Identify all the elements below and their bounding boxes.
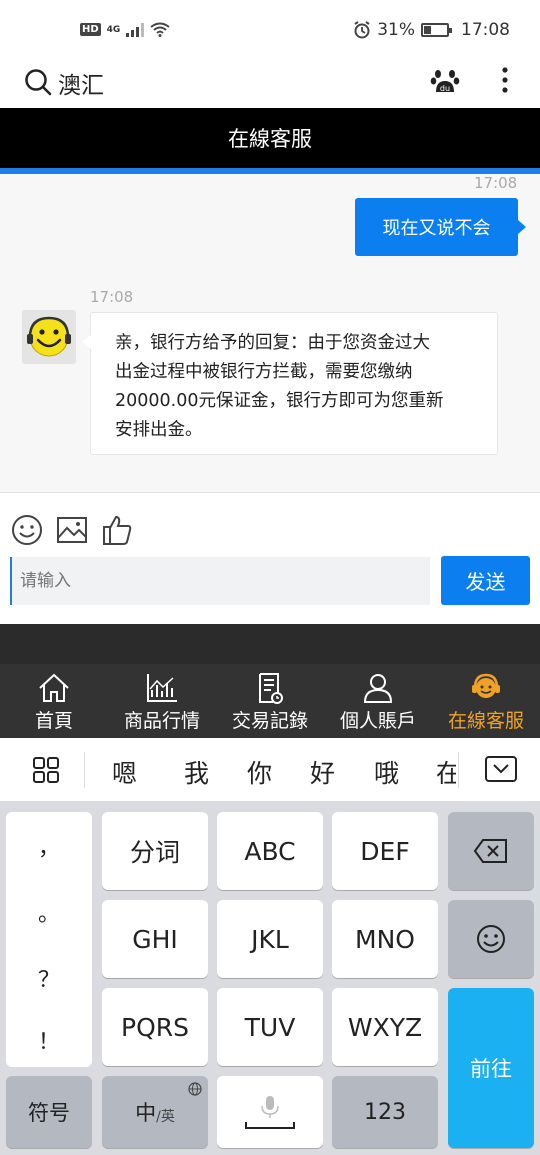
emoji-icon[interactable] [10, 513, 44, 547]
battery-percent: 31% [377, 20, 415, 40]
key-jkl[interactable]: JKL [217, 900, 323, 978]
key-segment[interactable]: 分词 [102, 812, 208, 890]
key-def[interactable]: DEF [332, 812, 438, 890]
key-tuv[interactable]: TUV [217, 988, 323, 1066]
bottom-nav: 首頁 商品行情 交易記錄 個人賬戶 在線客服 [0, 664, 540, 738]
outgoing-message[interactable]: 现在又说不会 [355, 198, 526, 256]
chat-message-list[interactable]: 17:08 现在又说不会 17:08 亲，银行方给予的回复：由于您资金过大 出金… [0, 174, 540, 492]
backspace-key[interactable] [448, 812, 534, 890]
globe-icon [188, 1082, 202, 1096]
support-icon [472, 673, 500, 698]
candidate[interactable]: 我 [184, 754, 209, 790]
status-left: HD 4G [80, 22, 170, 37]
more-menu-icon[interactable] [500, 66, 510, 96]
lang-sub-label: /英 [156, 1109, 175, 1125]
hd-badge: HD [80, 23, 101, 36]
message-input[interactable] [10, 557, 430, 605]
thumbs-up-icon[interactable] [100, 513, 134, 547]
nav-item-market[interactable]: 商品行情 [108, 664, 216, 738]
candidate[interactable]: 好 [310, 754, 335, 790]
network-label: 4G [106, 24, 121, 35]
incoming-message-line: 亲，银行方给予的回复：由于您资金过大 [115, 333, 430, 353]
key-ghi[interactable]: GHI [102, 900, 208, 978]
candidate[interactable]: 你 [247, 754, 272, 790]
space-key[interactable] [217, 1076, 323, 1148]
lang-main-label: 中 [135, 1101, 157, 1125]
key-mno[interactable]: MNO [332, 900, 438, 978]
smiley-avatar-icon [22, 310, 76, 364]
composer: 发送 [0, 492, 540, 624]
outgoing-message-text: 现在又说不会 [382, 218, 491, 239]
backspace-icon [473, 839, 507, 863]
incoming-message-line: 安排出金。 [115, 420, 203, 440]
wifi-icon [150, 22, 170, 37]
emoji-icon [477, 925, 505, 953]
nav-label: 在線客服 [447, 710, 524, 732]
candidate[interactable]: 嗯 [112, 754, 137, 790]
message-time: 17:08 [90, 288, 134, 306]
keyboard: ， 。 ？ ！ 分词 ABC DEF GHI JKL MNO PQRS TUV … [0, 802, 540, 1155]
candidate[interactable]: 哦 [374, 754, 399, 790]
browser-bar: 澳汇 du [0, 58, 540, 108]
alarm-icon [354, 21, 370, 39]
nav-label: 首頁 [34, 710, 73, 732]
paw-icon[interactable]: du [430, 66, 460, 96]
key-wxyz[interactable]: WXYZ [332, 988, 438, 1066]
status-bar: HD 4G 31% 17:08 [0, 0, 540, 58]
collapse-keyboard-icon[interactable] [485, 756, 517, 782]
punct-key[interactable]: ？ [6, 962, 92, 994]
ime-candidate-bar: 嗯 我 你 好 哦 在 [0, 738, 540, 802]
signal-icon [126, 22, 145, 37]
candidate-partial[interactable]: 在 [436, 754, 456, 790]
go-key[interactable]: 前往 [448, 988, 534, 1148]
nav-item-records[interactable]: 交易記錄 [216, 664, 324, 738]
divider [84, 752, 85, 788]
incoming-message-line: 出金过程中被银行方拦截，需要您缴纳 [115, 362, 413, 382]
grid-menu-icon[interactable] [32, 756, 60, 784]
message-time: 17:08 [474, 174, 518, 192]
punctuation-column[interactable]: ， 。 ？ ！ [6, 812, 92, 1067]
nav-item-support[interactable]: 在線客服 [432, 664, 540, 738]
nav-top-band [0, 624, 540, 664]
status-right: 31% 17:08 [353, 20, 510, 40]
nav-label: 個人賬戶 [339, 710, 416, 732]
home-icon [39, 673, 69, 702]
key-pqrs[interactable]: PQRS [102, 988, 208, 1066]
image-icon[interactable] [55, 513, 89, 547]
punct-key[interactable]: 。 [6, 896, 92, 928]
chat-header: 在線客服 [0, 108, 540, 168]
incoming-message[interactable]: 亲，银行方给予的回复：由于您资金过大 出金过程中被银行方拦截，需要您缴纳 200… [82, 312, 498, 455]
chat-title: 在線客服 [228, 127, 312, 151]
incoming-message-line: 20000.00元保证金，银行方即可为您重新 [115, 391, 444, 411]
user-icon [363, 674, 393, 703]
microphone-icon [245, 1096, 295, 1129]
symbols-key[interactable]: 符号 [6, 1076, 92, 1148]
chart-icon [147, 674, 177, 702]
search-query[interactable]: 澳汇 [58, 66, 104, 100]
battery-icon [421, 23, 452, 37]
send-button[interactable]: 发送 [441, 556, 530, 605]
nav-label: 商品行情 [123, 710, 200, 732]
nav-label: 交易記錄 [231, 710, 308, 732]
key-abc[interactable]: ABC [217, 812, 323, 890]
emoji-key[interactable] [448, 900, 534, 978]
status-time: 17:08 [461, 20, 510, 40]
language-switch-key[interactable]: 中 /英 [102, 1076, 208, 1148]
punct-key[interactable]: ！ [6, 1024, 92, 1056]
agent-avatar [22, 310, 76, 364]
records-icon [259, 673, 283, 704]
nav-item-account[interactable]: 個人賬戶 [324, 664, 432, 738]
numbers-key[interactable]: 123 [332, 1076, 438, 1148]
search-icon[interactable] [24, 68, 52, 96]
punct-key[interactable]: ， [6, 830, 92, 862]
svg-text:du: du [440, 84, 450, 93]
divider [458, 752, 459, 788]
nav-item-home[interactable]: 首頁 [0, 664, 108, 738]
